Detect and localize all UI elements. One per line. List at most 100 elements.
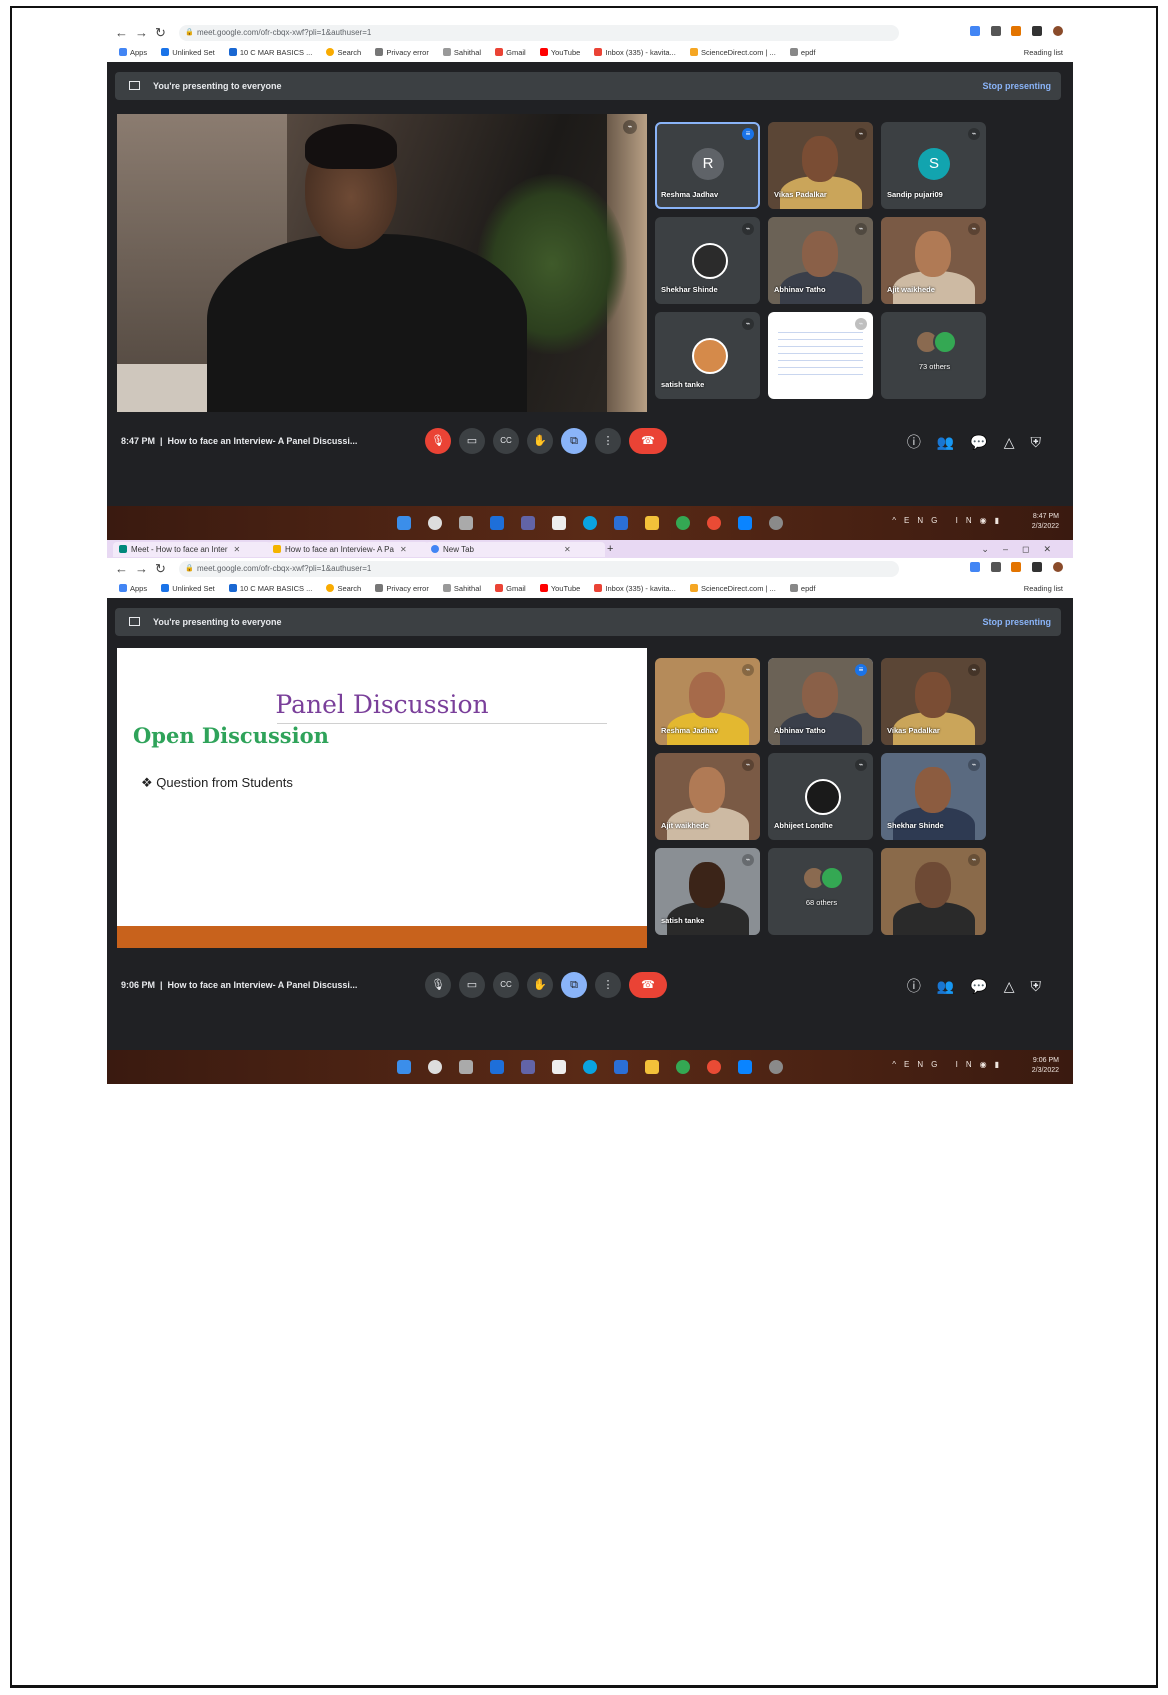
app-icon[interactable]	[738, 516, 752, 530]
extension-icon[interactable]	[990, 562, 1001, 572]
extension-icon[interactable]	[969, 26, 980, 36]
mail-icon[interactable]	[614, 516, 628, 530]
end-call-button[interactable]: ☎	[629, 428, 667, 454]
calendar-icon[interactable]	[552, 1060, 566, 1074]
extension-icon[interactable]	[1011, 26, 1022, 36]
profile-avatar[interactable]	[1053, 26, 1063, 36]
reload-icon[interactable]: ↻	[155, 25, 166, 41]
chevron-up-icon[interactable]: ^	[892, 516, 904, 525]
participant-tile[interactable]: ≡ Abhinav Tatho	[768, 658, 873, 745]
chrome-icon[interactable]	[676, 516, 690, 530]
participant-tile[interactable]: S ⌁ Sandip pujari09	[881, 122, 986, 209]
participant-tile[interactable]: ⌁ Ajit waikhede	[881, 217, 986, 304]
mic-off-button[interactable]: 🎙	[425, 428, 451, 454]
battery-icon[interactable]: ▮	[995, 1060, 1007, 1069]
close-window-icon[interactable]: ✕	[1043, 544, 1065, 554]
bookmark[interactable]: ScienceDirect.com | ...	[689, 580, 776, 598]
bookmark[interactable]: epdf	[789, 44, 816, 62]
participant-tile[interactable]: ⌁ Shekhar Shinde	[655, 217, 760, 304]
reading-list[interactable]: Reading list	[1024, 580, 1063, 598]
app-icon[interactable]	[707, 516, 721, 530]
main-video-tile[interactable]: ⌁	[117, 114, 647, 412]
participant-tile[interactable]: ⌁ Vikas Padalkar	[768, 122, 873, 209]
back-icon[interactable]: ←	[115, 561, 128, 577]
bookmark[interactable]: Unlinked Set	[161, 580, 215, 598]
bookmark[interactable]: Privacy error	[375, 44, 429, 62]
bookmark[interactable]: 10 C MAR BASICS ...	[228, 580, 312, 598]
tab-new[interactable]: New Tab ✕	[425, 542, 605, 557]
teams-icon[interactable]	[521, 516, 535, 530]
bookmark[interactable]: Gmail	[495, 580, 526, 598]
extensions-puzzle-icon[interactable]	[1032, 26, 1043, 36]
chat-icon[interactable]: 💬	[970, 978, 1003, 994]
app-icon[interactable]	[738, 1060, 752, 1074]
wifi-icon[interactable]: ◉	[980, 1060, 995, 1069]
back-icon[interactable]: ←	[115, 25, 128, 41]
file-explorer-icon[interactable]	[645, 1060, 659, 1074]
close-tab-icon[interactable]: ✕	[400, 545, 407, 554]
app-icon[interactable]	[769, 516, 783, 530]
participant-tile[interactable]: ⌁ satish tanke	[655, 312, 760, 399]
maximize-icon[interactable]: ◻	[1022, 544, 1043, 554]
info-icon[interactable]: ⓘ	[907, 434, 937, 450]
app-icon[interactable]	[707, 1060, 721, 1074]
end-call-button[interactable]: ☎	[629, 972, 667, 998]
reading-list[interactable]: Reading list	[1024, 44, 1063, 62]
captions-button[interactable]: CC	[493, 428, 519, 454]
chat-icon[interactable]: 💬	[970, 434, 1003, 450]
extension-icon[interactable]	[969, 562, 980, 572]
reload-icon[interactable]: ↻	[155, 561, 166, 577]
camera-button[interactable]: ▭	[459, 972, 485, 998]
edge-icon[interactable]	[583, 516, 597, 530]
participant-tile[interactable]: ⌁ Abhijeet Londhe	[768, 753, 873, 840]
present-button[interactable]: ⧉	[561, 428, 587, 454]
presentation-preview-tile[interactable]: ⌁	[768, 312, 873, 399]
bookmark[interactable]: YouTube	[539, 44, 580, 62]
battery-icon[interactable]: ▮	[995, 516, 1007, 525]
new-tab-icon[interactable]: +	[607, 540, 613, 558]
participant-tile[interactable]: ⌁ Shekhar Shinde	[881, 753, 986, 840]
bookmark[interactable]: Apps	[119, 44, 147, 62]
widgets-icon[interactable]	[490, 1060, 504, 1074]
mail-icon[interactable]	[614, 1060, 628, 1074]
host-controls-icon[interactable]: ⛨	[1031, 434, 1058, 450]
captions-button[interactable]: CC	[493, 972, 519, 998]
windows-start-icon[interactable]	[397, 516, 411, 530]
minimize-icon[interactable]: –	[1003, 544, 1022, 554]
forward-icon[interactable]: →	[135, 25, 148, 41]
mic-button[interactable]: 🎙	[425, 972, 451, 998]
participant-tile[interactable]: ⌁ satish tanke	[655, 848, 760, 935]
bookmark[interactable]: Inbox (335) - kavita...	[594, 580, 676, 598]
host-controls-icon[interactable]: ⛨	[1031, 978, 1058, 994]
tab-meet[interactable]: Meet - How to face an Inter ✕	[113, 542, 271, 557]
bookmark[interactable]: Unlinked Set	[161, 44, 215, 62]
bookmark[interactable]: Apps	[119, 580, 147, 598]
bookmark[interactable]: 10 C MAR BASICS ...	[228, 44, 312, 62]
participant-tile[interactable]: ⌁ Ajit waikhede	[655, 753, 760, 840]
address-bar[interactable]: 🔒 meet.google.com/ofr-cbqx-xwf?pli=1&aut…	[179, 25, 899, 41]
participant-tile[interactable]: ⌁ Vikas Padalkar	[881, 658, 986, 745]
people-icon[interactable]: 👥	[937, 978, 970, 994]
profile-avatar[interactable]	[1053, 562, 1063, 572]
close-tab-icon[interactable]: ✕	[564, 545, 571, 554]
app-icon[interactable]	[769, 1060, 783, 1074]
stop-presenting-button[interactable]: Stop presenting	[982, 608, 1051, 636]
bookmark[interactable]: ScienceDirect.com | ...	[689, 44, 776, 62]
address-bar[interactable]: 🔒 meet.google.com/ofr-cbqx-xwf?pli=1&aut…	[179, 561, 899, 577]
raise-hand-button[interactable]: ✋	[527, 428, 553, 454]
chrome-icon[interactable]	[676, 1060, 690, 1074]
raise-hand-button[interactable]: ✋	[527, 972, 553, 998]
teams-icon[interactable]	[521, 1060, 535, 1074]
close-tab-icon[interactable]: ✕	[234, 545, 241, 554]
search-icon[interactable]	[428, 1060, 442, 1074]
activities-icon[interactable]: △	[1004, 434, 1031, 450]
bookmark[interactable]: Sahithal	[442, 580, 481, 598]
bookmark[interactable]: Privacy error	[375, 580, 429, 598]
participant-tile[interactable]: ⌁ Abhinav Tatho	[768, 217, 873, 304]
forward-icon[interactable]: →	[135, 561, 148, 577]
participant-tile[interactable]: ⌁	[881, 848, 986, 935]
chevron-up-icon[interactable]: ^	[892, 1060, 904, 1069]
present-button[interactable]: ⧉	[561, 972, 587, 998]
info-icon[interactable]: ⓘ	[907, 978, 937, 994]
bookmark[interactable]: YouTube	[539, 580, 580, 598]
